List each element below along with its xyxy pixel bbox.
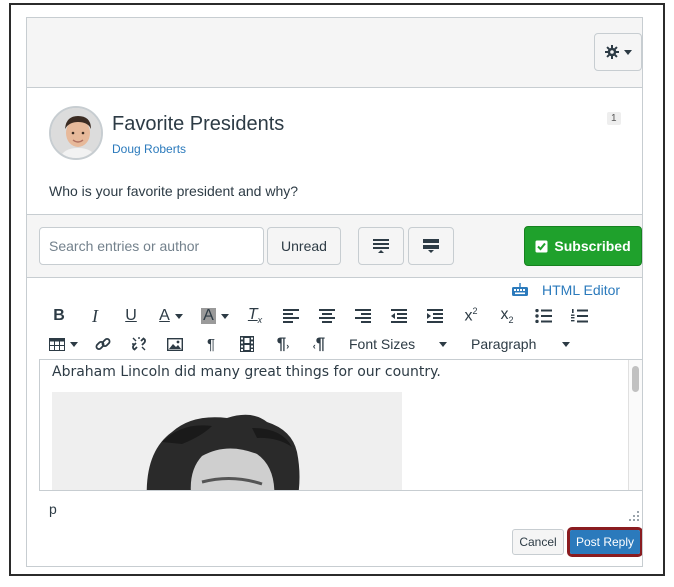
expand-replies-button[interactable]: [408, 227, 454, 265]
align-right-button[interactable]: [345, 303, 381, 329]
discussion-header: [27, 18, 642, 88]
avatar: [49, 106, 103, 160]
unlink-button[interactable]: [121, 331, 157, 357]
numbered-list-icon: [570, 309, 588, 323]
table-icon: [48, 337, 65, 351]
cancel-button[interactable]: Cancel: [512, 529, 564, 555]
paragraph-format-select[interactable]: Paragraph: [459, 331, 582, 357]
outdent-button[interactable]: [381, 303, 417, 329]
rtl-icon: ‹¶: [312, 334, 326, 353]
align-right-icon: [355, 309, 371, 323]
paragraph-mark-button[interactable]: ¶: [193, 331, 229, 357]
post-reply-highlight: Post Reply: [567, 527, 642, 557]
post-body: Who is your favorite president and why?: [49, 183, 299, 199]
post-title: Favorite Presidents: [112, 113, 285, 135]
gear-icon: [604, 45, 619, 59]
ltr-icon: ¶›: [276, 334, 290, 353]
clear-formatting-button[interactable]: Tx: [237, 303, 273, 329]
rte-toolbar-row-1: B I U A A Tx x2 x2: [41, 303, 597, 329]
chevron-down-icon: [69, 341, 78, 347]
chevron-down-icon: [623, 49, 632, 55]
link-icon: [95, 338, 111, 350]
clear-formatting-icon: Tx: [247, 306, 263, 326]
html-editor-toggle[interactable]: HTML Editor: [512, 282, 620, 298]
chevron-down-icon: [174, 313, 183, 319]
rtl-button[interactable]: ‹¶: [301, 331, 337, 357]
editor-status-path: p: [49, 501, 57, 517]
align-left-icon: [283, 309, 299, 323]
font-sizes-select[interactable]: Font Sizes: [337, 331, 459, 357]
window-frame: Favorite Presidents Doug Roberts 1 Who i…: [9, 3, 665, 576]
keyboard-icon: [512, 283, 528, 296]
subscript-button[interactable]: x2: [489, 303, 525, 329]
media-icon: [240, 336, 254, 352]
background-color-icon: A: [201, 307, 216, 324]
outdent-icon: [391, 309, 407, 323]
paragraph-format-label: Paragraph: [471, 336, 537, 352]
checkbox-icon: [535, 240, 548, 252]
subscribed-label: Subscribed: [554, 238, 631, 254]
settings-button[interactable]: [594, 33, 642, 71]
chevron-down-icon: [439, 341, 447, 347]
table-button[interactable]: [41, 331, 85, 357]
unread-count-badge: 1: [607, 112, 621, 125]
discussion-panel: Favorite Presidents Doug Roberts 1 Who i…: [26, 17, 643, 567]
superscript-button[interactable]: x2: [453, 303, 489, 329]
align-center-icon: [319, 309, 335, 323]
font-sizes-label: Font Sizes: [349, 336, 416, 352]
ltr-button[interactable]: ¶›: [265, 331, 301, 357]
link-button[interactable]: [85, 331, 121, 357]
bold-icon: B: [53, 307, 65, 324]
italic-icon: I: [92, 305, 98, 326]
numbered-list-button[interactable]: [561, 303, 597, 329]
unread-filter-button[interactable]: Unread: [267, 227, 341, 265]
underline-button[interactable]: U: [113, 303, 149, 329]
subscribed-button[interactable]: Subscribed: [524, 226, 642, 266]
chevron-down-icon: [562, 341, 570, 347]
html-editor-label: HTML Editor: [542, 282, 621, 298]
rich-text-editor[interactable]: Abraham Lincoln did many great things fo…: [39, 359, 642, 491]
text-color-icon: A: [159, 307, 170, 324]
image-button[interactable]: [157, 331, 193, 357]
search-input[interactable]: [39, 227, 264, 265]
image-icon: [167, 337, 183, 351]
scrollbar-thumb[interactable]: [632, 366, 639, 392]
discussion-toolbar: Unread: [27, 214, 642, 278]
superscript-icon: x2: [464, 306, 478, 325]
resize-handle-icon[interactable]: [628, 510, 640, 522]
underline-icon: U: [125, 307, 137, 324]
lincoln-portrait-image: [52, 392, 402, 490]
indent-icon: [427, 309, 443, 323]
post-reply-button[interactable]: Post Reply: [570, 530, 640, 554]
text-color-button[interactable]: A: [149, 303, 193, 329]
italic-button[interactable]: I: [77, 303, 113, 329]
bullet-list-icon: [534, 309, 552, 323]
align-center-button[interactable]: [309, 303, 345, 329]
chevron-down-icon: [220, 313, 229, 319]
collapse-replies-button[interactable]: [358, 227, 404, 265]
subscript-icon: x2: [500, 306, 514, 326]
bold-button[interactable]: B: [41, 303, 77, 329]
expand-icon: [423, 239, 439, 253]
editor-scrollbar[interactable]: [628, 360, 642, 490]
background-color-button[interactable]: A: [193, 303, 237, 329]
media-button[interactable]: [229, 331, 265, 357]
author-link[interactable]: Doug Roberts: [112, 142, 186, 156]
collapse-icon: [373, 239, 389, 253]
rte-toolbar-row-2: ¶ ¶› ‹¶ Font Sizes Paragraph: [41, 331, 582, 357]
indent-button[interactable]: [417, 303, 453, 329]
pilcrow-icon: ¶: [206, 335, 216, 353]
editor-content-text: Abraham Lincoln did many great things fo…: [52, 364, 441, 380]
unlink-icon: [132, 337, 146, 351]
align-left-button[interactable]: [273, 303, 309, 329]
bullet-list-button[interactable]: [525, 303, 561, 329]
